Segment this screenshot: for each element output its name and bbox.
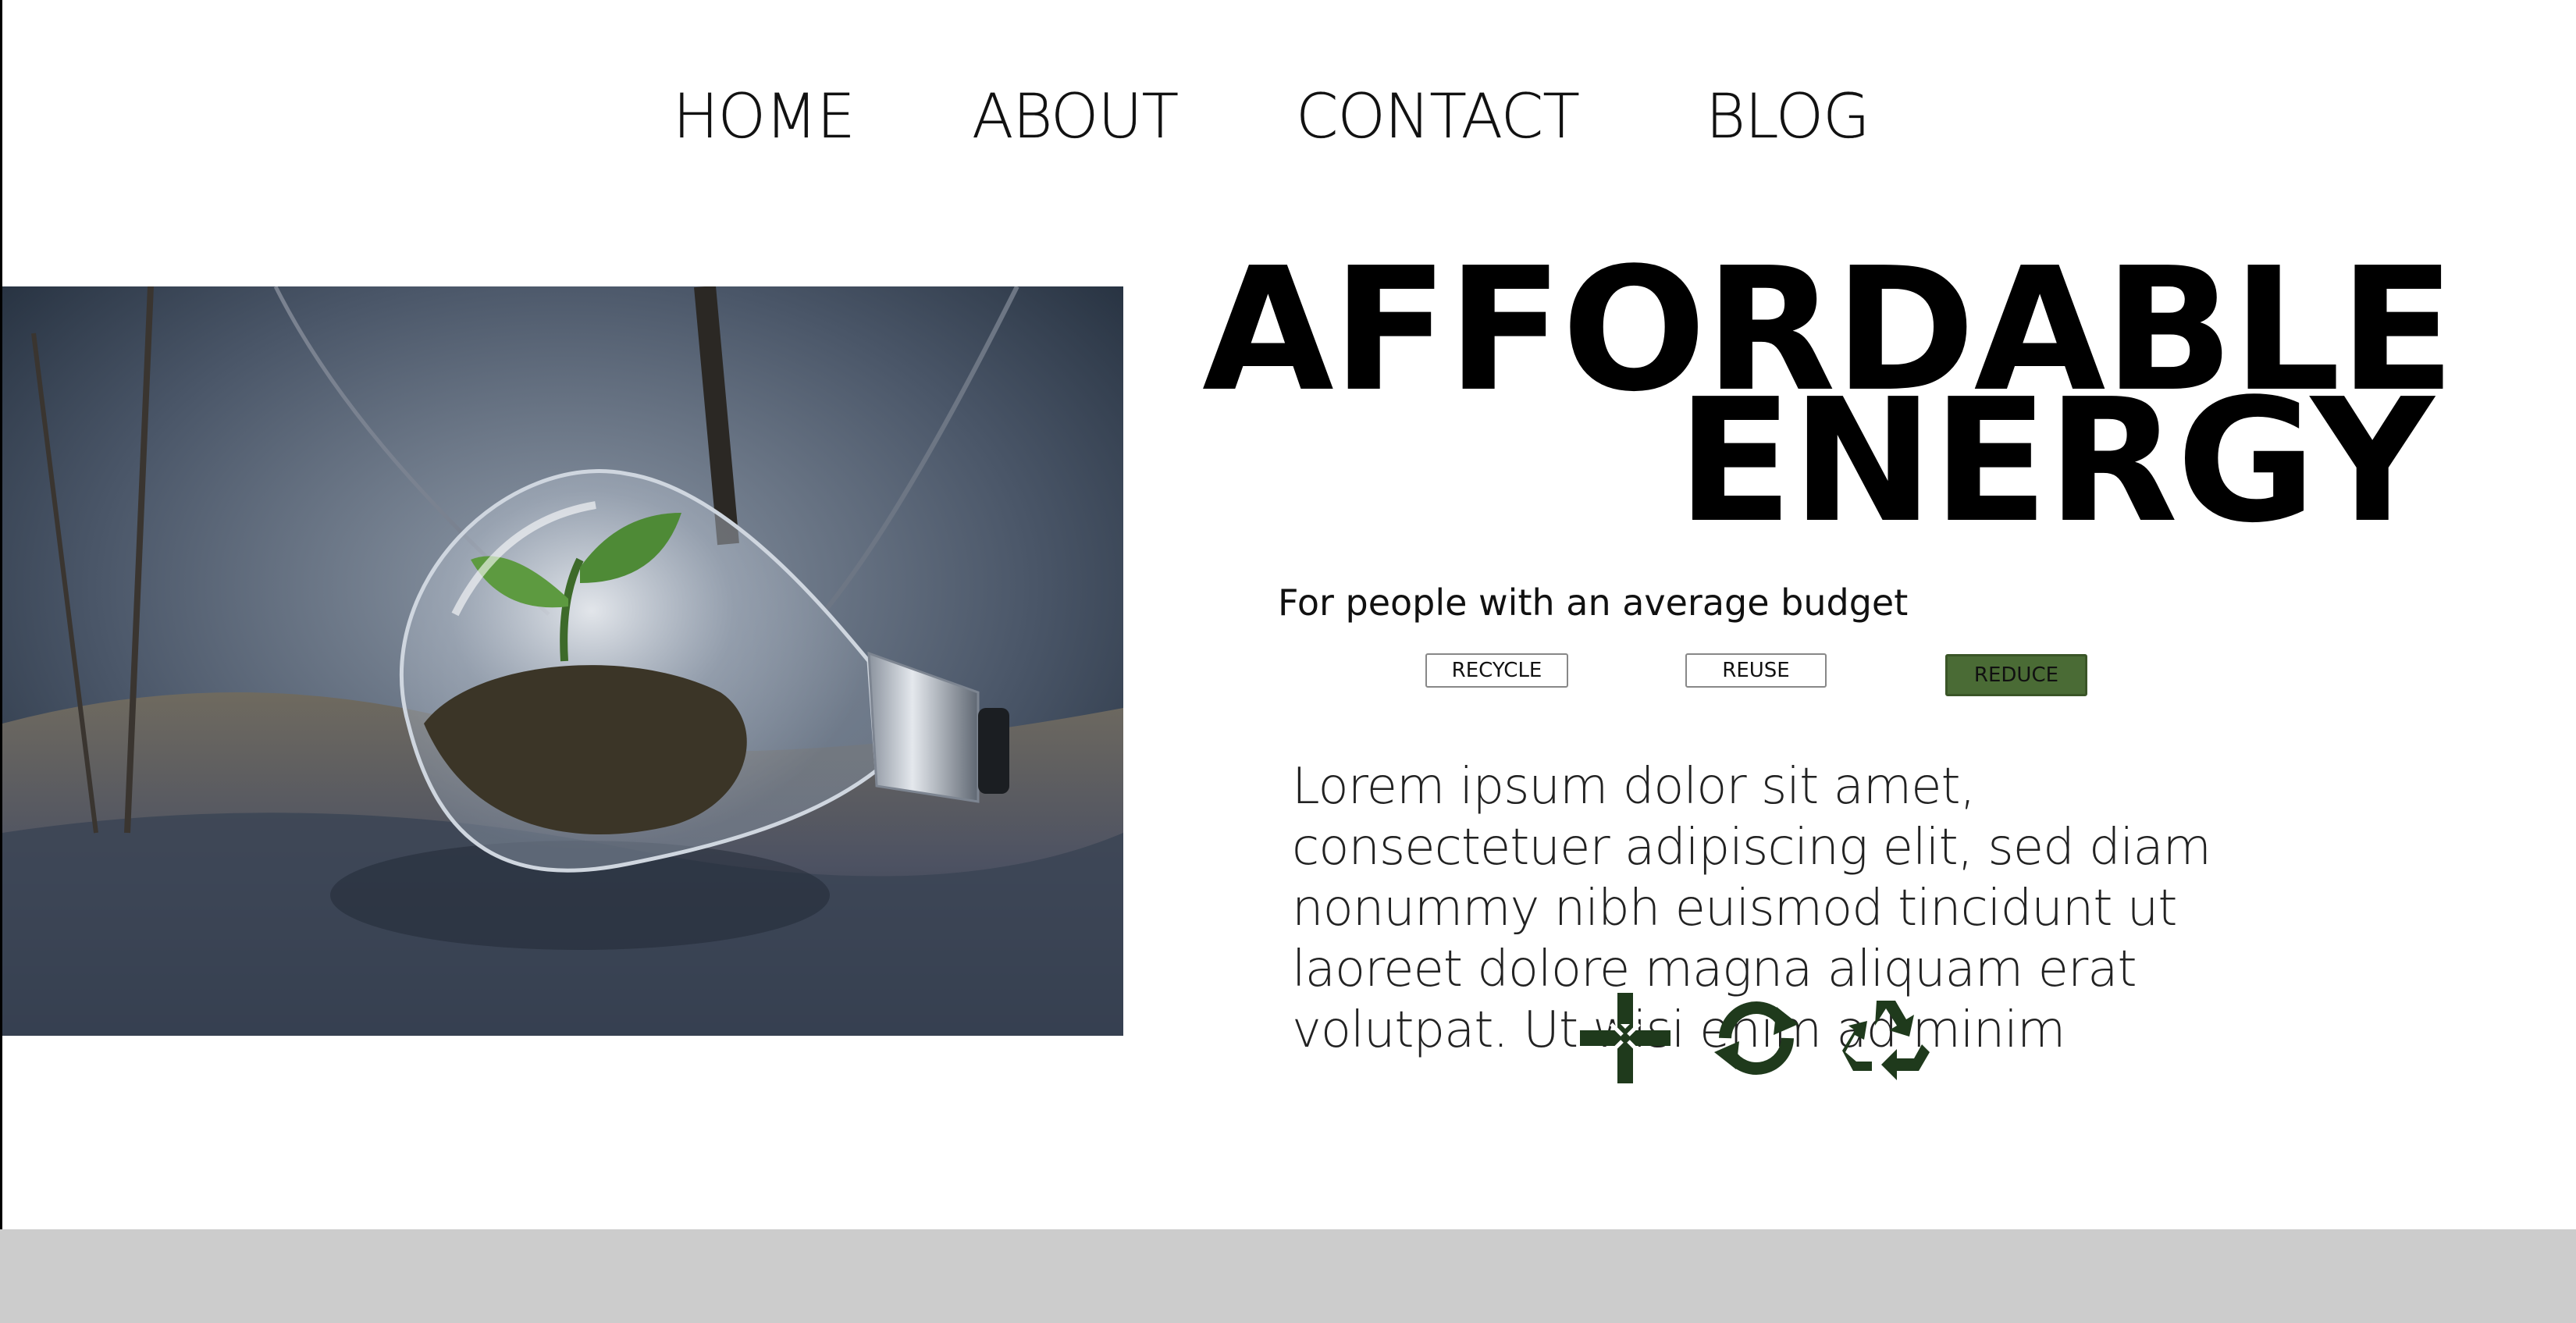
nav-home-link[interactable]: HOME [673, 78, 856, 156]
footer-bar [0, 1229, 2576, 1323]
recycle-icon [1842, 1001, 1930, 1080]
nav-about-link[interactable]: ABOUT [972, 78, 1179, 156]
lightbulb-seedling-photo [2, 286, 1123, 1036]
reuse-button[interactable]: REUSE [1685, 653, 1827, 688]
reuse-icon [1714, 1001, 1799, 1075]
icon-row [1577, 990, 1952, 1086]
headline-line-2: ENERGY [1677, 363, 2434, 560]
nav-blog-link[interactable]: BLOG [1706, 78, 1870, 156]
subtitle: For people with an average budget [1278, 581, 1909, 624]
hero-image [2, 286, 1123, 1036]
nav-contact-link[interactable]: CONTACT [1296, 78, 1580, 156]
reduce-icon [1580, 993, 1670, 1083]
top-navigation: HOME ABOUT CONTACT BLOG [0, 78, 2576, 156]
reduce-button[interactable]: REDUCE [1945, 654, 2087, 696]
recycle-button[interactable]: RECYCLE [1425, 653, 1568, 688]
